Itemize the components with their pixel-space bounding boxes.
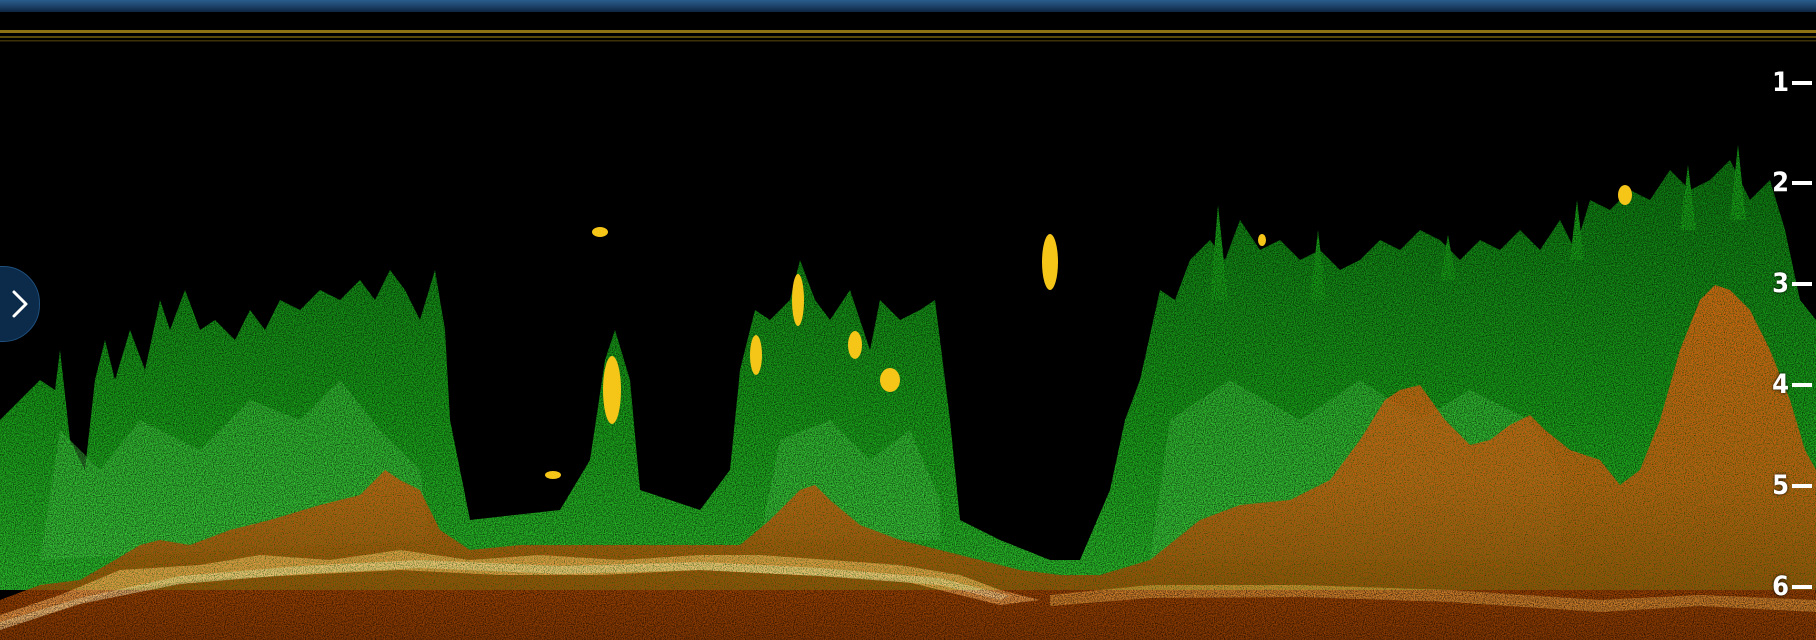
surface-clutter <box>0 22 1816 46</box>
depth-label-5: 5 <box>1772 471 1812 501</box>
surface-band <box>0 0 1816 12</box>
depth-label-3: 3 <box>1772 269 1812 299</box>
sonar-echogram[interactable]: 1 2 3 4 5 6 <box>0 0 1816 640</box>
chevron-right-icon <box>12 290 28 318</box>
depth-label-2: 2 <box>1772 168 1812 198</box>
depth-scale: 1 2 3 4 5 6 <box>1756 0 1816 640</box>
depth-label-6: 6 <box>1772 572 1812 602</box>
depth-label-4: 4 <box>1772 370 1812 400</box>
sonar-image <box>0 22 1816 640</box>
depth-label-1: 1 <box>1772 68 1812 98</box>
